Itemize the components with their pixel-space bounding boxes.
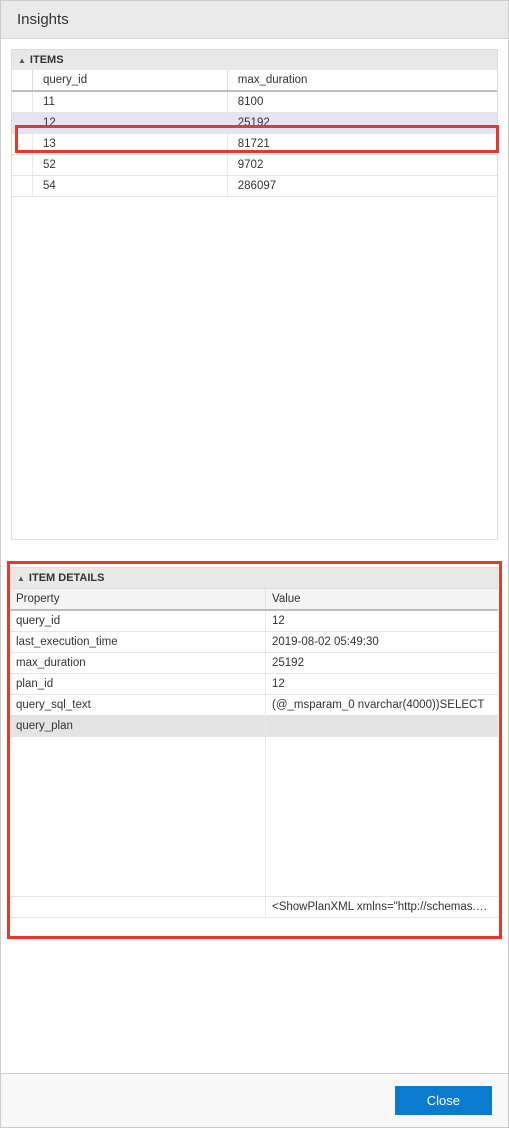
row-handle bbox=[12, 134, 33, 155]
detail-row[interactable]: query_id12 bbox=[10, 610, 498, 632]
cell-property bbox=[10, 737, 266, 897]
table-row[interactable]: 118100 bbox=[12, 91, 497, 113]
detail-row-gap bbox=[10, 737, 498, 897]
detail-row[interactable]: plan_id12 bbox=[10, 674, 498, 695]
cell-query-id: 52 bbox=[33, 155, 228, 176]
cell-max-duration: 25192 bbox=[227, 113, 497, 134]
cell-property: plan_id bbox=[10, 674, 266, 695]
row-handle bbox=[12, 155, 33, 176]
cell-query-id: 13 bbox=[33, 134, 228, 155]
items-col-max-duration[interactable]: max_duration bbox=[227, 70, 497, 91]
items-section-title: ITEMS bbox=[30, 54, 64, 66]
table-row[interactable]: 1225192 bbox=[12, 113, 497, 134]
details-highlight-annotation: ▲ ITEM DETAILS Property Value query_id12… bbox=[7, 561, 502, 939]
cell-max-duration: 286097 bbox=[227, 176, 497, 197]
cell-value: (@_msparam_0 nvarchar(4000))SELECT bbox=[266, 695, 499, 716]
detail-row[interactable]: max_duration25192 bbox=[10, 653, 498, 674]
table-row[interactable]: 1381721 bbox=[12, 134, 497, 155]
collapse-triangle-icon: ▲ bbox=[18, 56, 26, 65]
details-section-title: ITEM DETAILS bbox=[29, 572, 105, 584]
cell-query-id: 54 bbox=[33, 176, 228, 197]
cell-property: query_sql_text bbox=[10, 695, 266, 716]
details-col-property[interactable]: Property bbox=[10, 589, 266, 611]
detail-row[interactable]: query_sql_text(@_msparam_0 nvarchar(4000… bbox=[10, 695, 498, 716]
detail-row-extra[interactable]: <ShowPlanXML xmlns="http://schemas.micro… bbox=[10, 897, 498, 918]
detail-row[interactable]: last_execution_time2019-08-02 05:49:30 bbox=[10, 632, 498, 653]
items-col-query-id[interactable]: query_id bbox=[33, 70, 228, 91]
detail-row[interactable]: query_plan bbox=[10, 716, 498, 737]
cell-query-id: 12 bbox=[33, 113, 228, 134]
cell-property: query_plan bbox=[10, 716, 266, 737]
row-handle bbox=[12, 176, 33, 197]
cell-property bbox=[10, 897, 266, 918]
cell-value: <ShowPlanXML xmlns="http://schemas.micro… bbox=[266, 897, 499, 918]
table-row[interactable]: 529702 bbox=[12, 155, 497, 176]
details-section-header[interactable]: ▲ ITEM DETAILS bbox=[10, 567, 498, 588]
row-handle-header bbox=[12, 70, 33, 91]
dialog-footer: Close bbox=[1, 1073, 508, 1127]
items-panel: query_id max_duration 118100122519213817… bbox=[11, 70, 498, 540]
cell-value bbox=[266, 716, 499, 737]
cell-value: 2019-08-02 05:49:30 bbox=[266, 632, 499, 653]
table-row[interactable]: 54286097 bbox=[12, 176, 497, 197]
cell-property: last_execution_time bbox=[10, 632, 266, 653]
dialog-title: Insights bbox=[1, 1, 508, 39]
collapse-triangle-icon: ▲ bbox=[17, 574, 25, 583]
cell-value: 12 bbox=[266, 674, 499, 695]
content-area: ▲ ITEMS query_id max_duration 1181001225… bbox=[1, 39, 508, 540]
cell-max-duration: 9702 bbox=[227, 155, 497, 176]
close-button[interactable]: Close bbox=[395, 1086, 492, 1115]
details-col-value[interactable]: Value bbox=[266, 589, 499, 611]
cell-property: max_duration bbox=[10, 653, 266, 674]
cell-property: query_id bbox=[10, 610, 266, 632]
cell-value: 12 bbox=[266, 610, 499, 632]
items-section-header[interactable]: ▲ ITEMS bbox=[11, 49, 498, 70]
details-table: Property Value query_id12last_execution_… bbox=[10, 588, 498, 918]
cell-value bbox=[266, 737, 499, 897]
items-table: query_id max_duration 118100122519213817… bbox=[12, 70, 497, 197]
cell-value: 25192 bbox=[266, 653, 499, 674]
cell-query-id: 11 bbox=[33, 91, 228, 113]
cell-max-duration: 81721 bbox=[227, 134, 497, 155]
row-handle bbox=[12, 113, 33, 134]
row-handle bbox=[12, 91, 33, 113]
cell-max-duration: 8100 bbox=[227, 91, 497, 113]
